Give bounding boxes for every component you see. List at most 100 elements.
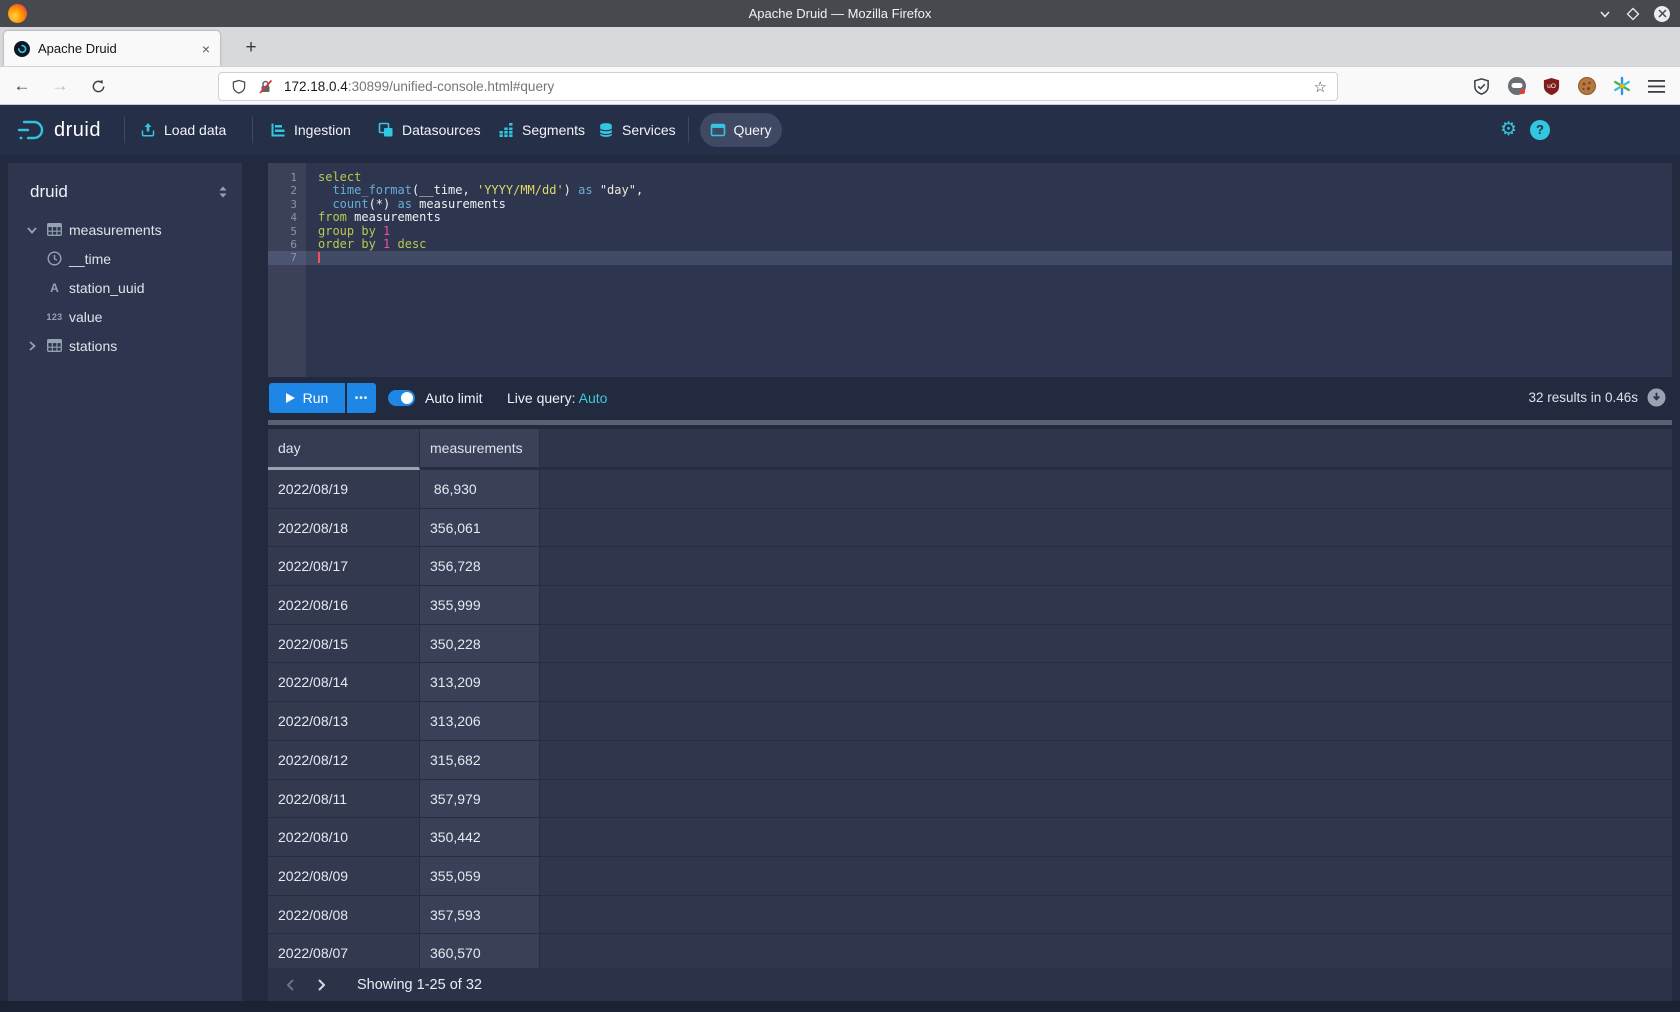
back-button[interactable]: ← bbox=[8, 67, 36, 105]
auto-limit-toggle[interactable] bbox=[388, 390, 415, 406]
tree-item-time[interactable]: __time bbox=[8, 244, 242, 273]
editor-line[interactable]: 6order by 1 desc bbox=[268, 238, 1672, 251]
bookmark-star-icon[interactable]: ☆ bbox=[1314, 78, 1327, 96]
header-separator bbox=[124, 117, 125, 143]
cell-measurements[interactable]: 86,930 bbox=[420, 470, 540, 509]
table-icon bbox=[46, 223, 63, 236]
cell-measurements[interactable]: 313,209 bbox=[420, 663, 540, 702]
column-header-measurements[interactable]: measurements bbox=[420, 429, 540, 470]
nav-datasources[interactable]: Datasources bbox=[378, 105, 481, 155]
tab-close-icon[interactable]: × bbox=[202, 42, 210, 56]
line-code[interactable] bbox=[306, 251, 320, 264]
nav-services[interactable]: Services bbox=[598, 105, 676, 155]
sql-editor[interactable]: 1select2 time_format(__time, 'YYYY/MM/dd… bbox=[268, 163, 1672, 377]
sparkle-extension-icon[interactable] bbox=[1604, 76, 1639, 96]
mask-extension-icon[interactable] bbox=[1499, 76, 1534, 96]
table-row: 2022/08/12315,682 bbox=[268, 741, 1672, 780]
cell-empty bbox=[540, 586, 1672, 625]
editor-line[interactable]: 5group by 1 bbox=[268, 225, 1672, 238]
live-query-control[interactable]: Live query: Auto bbox=[507, 383, 607, 413]
cell-measurements[interactable]: 355,059 bbox=[420, 857, 540, 896]
cell-measurements[interactable]: 360,570 bbox=[420, 934, 540, 968]
run-button[interactable]: Run bbox=[269, 383, 345, 413]
cell-empty bbox=[540, 934, 1672, 968]
cell-measurements[interactable]: 355,999 bbox=[420, 586, 540, 625]
tracking-shield-icon[interactable] bbox=[231, 79, 247, 95]
line-code[interactable]: count(*) as measurements bbox=[306, 198, 506, 211]
cell-day[interactable]: 2022/08/09 bbox=[268, 857, 420, 896]
line-code[interactable]: select bbox=[306, 171, 361, 184]
editor-line[interactable]: 1select bbox=[268, 171, 1672, 184]
forward-button[interactable]: → bbox=[46, 67, 74, 105]
prev-page-icon[interactable] bbox=[283, 977, 299, 993]
column-header-day[interactable]: day bbox=[268, 429, 420, 470]
cell-measurements[interactable]: 350,442 bbox=[420, 818, 540, 857]
editor-line[interactable]: 3 count(*) as measurements bbox=[268, 198, 1672, 211]
chevron-down-icon[interactable] bbox=[26, 224, 40, 236]
cell-day[interactable]: 2022/08/07 bbox=[268, 934, 420, 968]
new-tab-button[interactable]: + bbox=[238, 35, 264, 61]
line-code[interactable]: time_format(__time, 'YYYY/MM/dd') as "da… bbox=[306, 184, 643, 197]
tree-item-measurements[interactable]: measurements bbox=[8, 215, 242, 244]
nav-query[interactable]: Query bbox=[700, 113, 782, 147]
shield-extension-icon[interactable] bbox=[1464, 77, 1499, 96]
line-code[interactable]: order by 1 desc bbox=[306, 238, 426, 251]
cell-day[interactable]: 2022/08/08 bbox=[268, 896, 420, 935]
maximize-icon[interactable] bbox=[1626, 7, 1640, 21]
schema-selector[interactable]: druid bbox=[8, 177, 242, 207]
table-row: 2022/08/10350,442 bbox=[268, 818, 1672, 857]
cell-measurements[interactable]: 356,728 bbox=[420, 547, 540, 586]
nav-label: Ingestion bbox=[294, 122, 351, 138]
panel-resize-divider[interactable] bbox=[268, 420, 1672, 425]
menu-hamburger-icon[interactable] bbox=[1639, 79, 1674, 94]
help-icon[interactable]: ? bbox=[1530, 120, 1550, 140]
editor-line[interactable]: 2 time_format(__time, 'YYYY/MM/dd') as "… bbox=[268, 184, 1672, 197]
cell-measurements[interactable]: 350,228 bbox=[420, 625, 540, 664]
cookie-extension-icon[interactable] bbox=[1569, 76, 1604, 96]
cell-day[interactable]: 2022/08/10 bbox=[268, 818, 420, 857]
editor-line[interactable]: 7 bbox=[268, 251, 1672, 264]
url-bar[interactable]: 172.18.0.4:30899/unified-console.html#qu… bbox=[218, 72, 1338, 101]
url-text[interactable]: 172.18.0.4:30899/unified-console.html#qu… bbox=[284, 79, 554, 94]
cell-day[interactable]: 2022/08/16 bbox=[268, 586, 420, 625]
cell-day[interactable]: 2022/08/13 bbox=[268, 702, 420, 741]
cell-day[interactable]: 2022/08/17 bbox=[268, 547, 420, 586]
cell-measurements[interactable]: 356,061 bbox=[420, 509, 540, 548]
cell-day[interactable]: 2022/08/15 bbox=[268, 625, 420, 664]
header-separator bbox=[252, 117, 253, 143]
chevron-right-icon[interactable] bbox=[26, 340, 40, 352]
browser-tab[interactable]: Apache Druid × bbox=[4, 31, 220, 66]
cell-day[interactable]: 2022/08/11 bbox=[268, 780, 420, 819]
line-code[interactable]: group by 1 bbox=[306, 225, 390, 238]
cell-measurements[interactable]: 315,682 bbox=[420, 741, 540, 780]
nav-ingestion[interactable]: Ingestion bbox=[270, 105, 351, 155]
cell-measurements[interactable]: 357,979 bbox=[420, 780, 540, 819]
next-page-icon[interactable] bbox=[313, 977, 329, 993]
cell-measurements[interactable]: 357,593 bbox=[420, 896, 540, 935]
download-results-icon[interactable] bbox=[1647, 388, 1666, 412]
settings-gear-icon[interactable]: ⚙ bbox=[1500, 118, 1517, 141]
nav-segments[interactable]: Segments bbox=[498, 105, 585, 155]
cell-day[interactable]: 2022/08/19 bbox=[268, 470, 420, 509]
druid-logo[interactable]: druid bbox=[16, 105, 101, 155]
cell-day[interactable]: 2022/08/14 bbox=[268, 663, 420, 702]
tree-item-value[interactable]: 123 value bbox=[8, 302, 242, 331]
tree-item-stations[interactable]: stations bbox=[8, 331, 242, 360]
cell-day[interactable]: 2022/08/18 bbox=[268, 509, 420, 548]
cell-empty bbox=[540, 780, 1672, 819]
minimize-icon[interactable] bbox=[1598, 7, 1612, 21]
nav-label: Query bbox=[733, 122, 771, 138]
ublock-extension-icon[interactable]: uO bbox=[1534, 77, 1569, 96]
nav-load-data[interactable]: Load data bbox=[140, 105, 226, 155]
cell-day[interactable]: 2022/08/12 bbox=[268, 741, 420, 780]
druid-logo-icon bbox=[16, 117, 48, 143]
live-query-value[interactable]: Auto bbox=[579, 390, 608, 406]
tree-item-station-uuid[interactable]: A station_uuid bbox=[8, 273, 242, 302]
editor-line[interactable]: 4from measurements bbox=[268, 211, 1672, 224]
more-options-button[interactable]: ••• bbox=[347, 383, 376, 413]
reload-button[interactable] bbox=[84, 67, 112, 105]
line-code[interactable]: from measurements bbox=[306, 211, 441, 224]
close-window-icon[interactable] bbox=[1654, 6, 1670, 22]
insecure-lock-icon[interactable] bbox=[257, 78, 274, 95]
cell-measurements[interactable]: 313,206 bbox=[420, 702, 540, 741]
